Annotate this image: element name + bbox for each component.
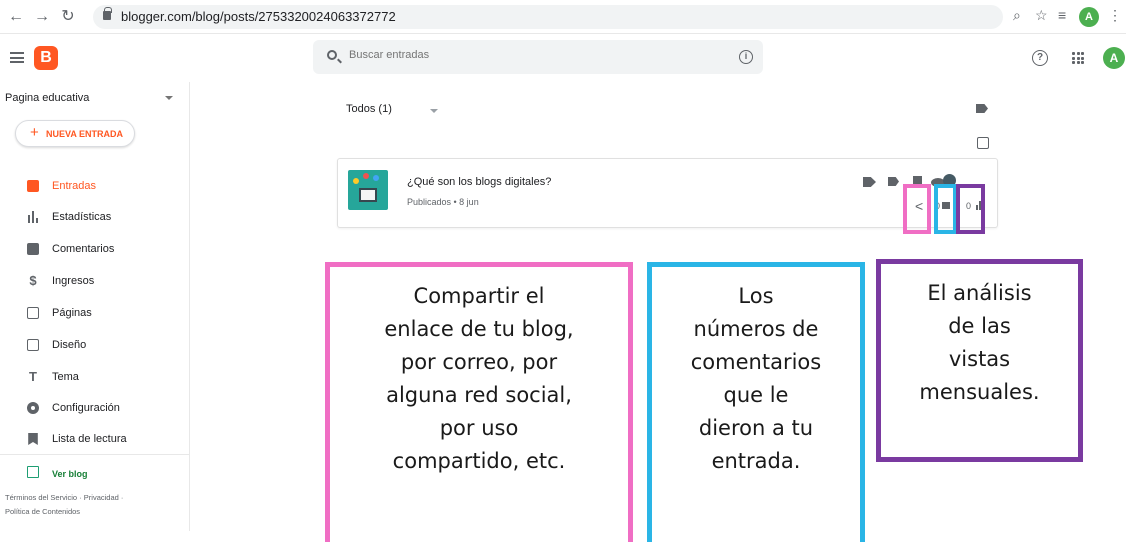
- footer-links: Términos del Servicio · Privacidad · Pol…: [5, 491, 185, 519]
- post-status: Publicados • 8 jun: [407, 197, 479, 207]
- caret-down-icon[interactable]: [430, 109, 438, 113]
- sidebar-item-label: Páginas: [52, 307, 92, 319]
- star-icon[interactable]: ☆: [1035, 7, 1048, 24]
- dollar-icon: $: [29, 273, 37, 288]
- sidebar-divider: [0, 454, 190, 455]
- url-text[interactable]: blogger.com/blog/posts/27533200240633727…: [121, 9, 396, 24]
- stats-icon: [27, 211, 39, 223]
- sidebar-item-label: Ingresos: [52, 275, 95, 287]
- blogger-header: B i ? A: [0, 34, 1126, 82]
- footer-line-terms[interactable]: Términos del Servicio · Privacidad ·: [5, 491, 185, 505]
- sidebar-item-label: Comentarios: [52, 243, 115, 255]
- annotation-line: dieron a tu: [698, 416, 814, 440]
- sidebar-item-label: Entradas: [52, 180, 97, 192]
- post-thumbnail: [348, 170, 388, 210]
- lock-icon: [103, 7, 112, 20]
- share-highlight: [903, 184, 931, 234]
- browser-profile-avatar[interactable]: A: [1079, 7, 1099, 27]
- reading-list-icon[interactable]: ≡: [1058, 7, 1066, 23]
- comments-annotation: Los números de comentarios que le dieron…: [647, 262, 865, 542]
- sidebar-item-tema[interactable]: T Tema: [0, 366, 190, 388]
- annotation-line: números de: [693, 317, 819, 341]
- apps-grid-icon[interactable]: [1072, 52, 1084, 64]
- sidebar-item-entradas[interactable]: Entradas: [0, 175, 190, 197]
- pages-icon: [27, 307, 39, 319]
- comments-icon: [27, 243, 39, 255]
- back-arrow-icon[interactable]: ←: [6, 7, 26, 27]
- sidebar-item-label: Diseño: [52, 339, 87, 351]
- annotation-line: Los: [738, 284, 774, 308]
- plus-icon: +: [30, 124, 39, 141]
- sidebar-item-label: Tema: [52, 371, 79, 383]
- share-annotation: Compartir el enlace de tu blog, por corr…: [325, 262, 633, 542]
- annotation-line: vistas: [948, 347, 1011, 371]
- annotation-line: entrada.: [711, 449, 801, 473]
- view-blog-label[interactable]: Ver blog: [52, 469, 88, 479]
- annotation-line: alguna red social,: [386, 383, 572, 407]
- select-all-checkbox[interactable]: [977, 137, 989, 149]
- gear-icon: [27, 402, 39, 414]
- reload-icon[interactable]: ↻: [58, 7, 78, 27]
- annotation-line: de las: [948, 314, 1011, 338]
- search-box[interactable]: i: [313, 40, 763, 74]
- annotation-line: por correo, por: [400, 350, 558, 374]
- annotation-line: por uso: [439, 416, 519, 440]
- sidebar-item-label: Lista de lectura: [52, 433, 127, 445]
- views-annotation: El análisis de las vistas mensuales.: [876, 259, 1083, 462]
- sidebar-item-label: Configuración: [52, 402, 120, 414]
- zoom-icon[interactable]: ⌕: [1013, 7, 1021, 24]
- annotation-line: El análisis: [927, 281, 1032, 305]
- caret-down-icon[interactable]: [165, 96, 173, 100]
- new-entry-label: NUEVA ENTRADA: [46, 129, 124, 139]
- info-icon[interactable]: i: [739, 50, 753, 64]
- layout-icon: [27, 339, 39, 351]
- more-vert-icon[interactable]: ⋮: [1108, 7, 1122, 24]
- new-entry-button[interactable]: + NUEVA ENTRADA: [15, 120, 135, 147]
- footer-line-policy[interactable]: Política de Contenidos: [5, 505, 185, 519]
- views-highlight: [956, 184, 985, 234]
- theme-icon: T: [29, 369, 37, 384]
- sidebar-item-lista-de-lectura[interactable]: Lista de lectura: [0, 428, 190, 450]
- sidebar-item-diseno[interactable]: Diseño: [0, 334, 190, 356]
- annotation-line: Compartir el: [413, 284, 545, 308]
- view-blog-link[interactable]: [0, 462, 190, 484]
- sidebar-item-estadisticas[interactable]: Estadísticas: [0, 206, 190, 228]
- menu-icon[interactable]: [10, 52, 24, 63]
- sidebar-item-comentarios[interactable]: Comentarios: [0, 238, 190, 260]
- sidebar-item-label: Estadísticas: [52, 211, 112, 223]
- post-row[interactable]: ¿Qué son los blogs digitales? Publicados…: [337, 158, 998, 228]
- annotation-line: enlace de tu blog,: [384, 317, 574, 341]
- post-title[interactable]: ¿Qué son los blogs digitales?: [407, 176, 551, 188]
- label-icon[interactable]: [976, 104, 988, 113]
- sidebar-item-configuracion[interactable]: Configuración: [0, 397, 190, 419]
- help-icon[interactable]: ?: [1032, 50, 1048, 66]
- external-link-icon: [27, 466, 39, 478]
- browser-toolbar: ← → ↻ blogger.com/blog/posts/27533200240…: [0, 0, 1126, 34]
- account-avatar[interactable]: A: [1103, 47, 1125, 69]
- comments-highlight: [934, 184, 957, 234]
- annotation-line: comentarios: [690, 350, 822, 374]
- annotation-line: que le: [723, 383, 789, 407]
- address-bar[interactable]: blogger.com/blog/posts/27533200240633727…: [93, 5, 1003, 29]
- blogger-logo[interactable]: B: [34, 46, 58, 70]
- annotation-line: mensuales.: [919, 380, 1040, 404]
- move-icon[interactable]: [863, 177, 876, 187]
- posts-filter[interactable]: Todos (1): [346, 103, 392, 115]
- bookmark-icon: [28, 433, 38, 445]
- forward-arrow-icon[interactable]: →: [32, 7, 52, 27]
- annotation-line: compartido, etc.: [392, 449, 566, 473]
- blog-selector[interactable]: Pagina educativa: [5, 92, 89, 104]
- sidebar-item-ingresos[interactable]: $ Ingresos: [0, 270, 190, 292]
- label-icon[interactable]: [888, 177, 899, 186]
- search-input[interactable]: [349, 49, 649, 61]
- posts-icon: [27, 180, 39, 192]
- sidebar: Pagina educativa + NUEVA ENTRADA Entrada…: [0, 82, 190, 531]
- search-icon: [327, 50, 337, 60]
- sidebar-item-paginas[interactable]: Páginas: [0, 302, 190, 324]
